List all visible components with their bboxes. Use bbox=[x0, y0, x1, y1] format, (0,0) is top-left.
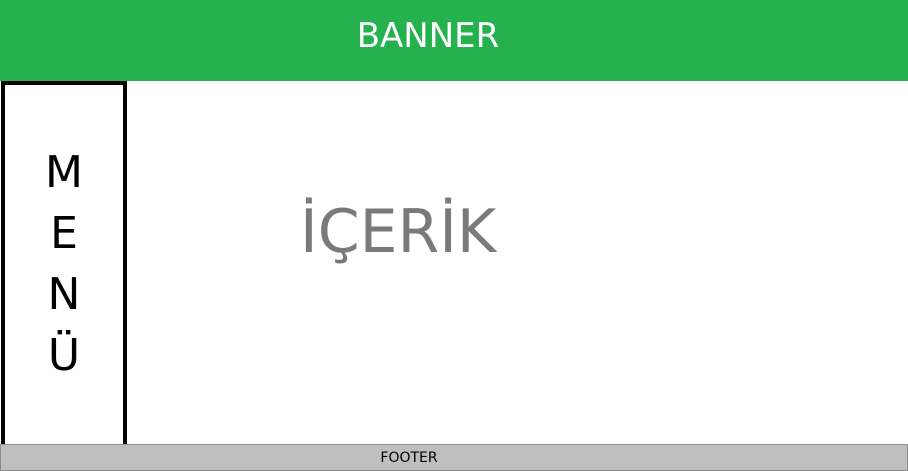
menu-letter-u: Ü bbox=[47, 330, 81, 381]
menu-label: M E N Ü bbox=[5, 142, 123, 386]
footer-label: FOOTER bbox=[380, 450, 438, 466]
content-placeholder: İÇERİK bbox=[300, 197, 497, 267]
menu-letter-e: E bbox=[50, 208, 78, 259]
menu-sidebar[interactable]: M E N Ü bbox=[1, 81, 127, 448]
footer: FOOTER bbox=[0, 444, 908, 471]
menu-letter-m: M bbox=[45, 147, 83, 198]
menu-letter-n: N bbox=[47, 269, 81, 320]
banner-title: BANNER bbox=[356, 16, 500, 56]
banner: BANNER bbox=[0, 0, 908, 81]
